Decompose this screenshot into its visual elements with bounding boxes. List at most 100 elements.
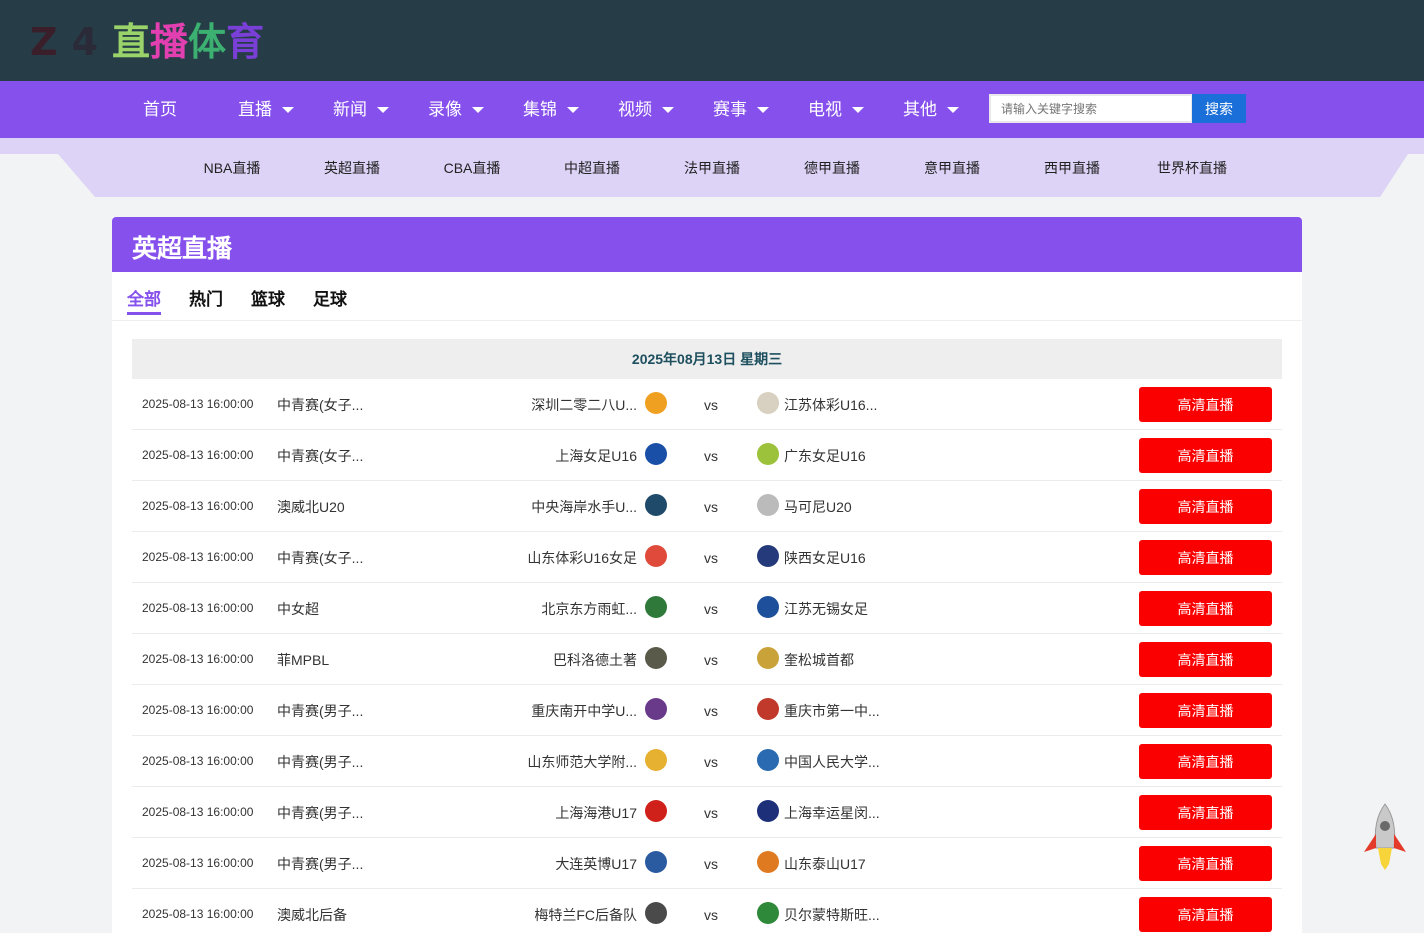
match-time: 2025-08-13 16:00:00 — [142, 397, 254, 411]
nav-item-label: 集锦 — [523, 99, 557, 119]
vs-label: vs — [704, 397, 718, 413]
home-team-name: 上海海港U17 — [555, 805, 637, 821]
tab-1[interactable]: 热门 — [189, 285, 223, 310]
nav-item-8[interactable]: 其他 — [903, 81, 959, 138]
match-time: 2025-08-13 16:00:00 — [142, 703, 254, 717]
nav-item-label: 直播 — [238, 99, 272, 119]
nav-item-5[interactable]: 视频 — [618, 81, 674, 138]
vs-label: vs — [704, 805, 718, 821]
caret-down-icon — [282, 106, 294, 113]
nav-item-7[interactable]: 电视 — [808, 81, 864, 138]
back-to-top-rocket-icon[interactable] — [1360, 802, 1410, 872]
away-team-logo-icon — [757, 596, 779, 618]
main-nav: 搜索 首页 直播 新闻 录像 集锦 视频 赛事 电视 其他 — [0, 81, 1424, 138]
logo-char: 直 — [112, 20, 151, 64]
subnav-link[interactable]: 中超直播 — [564, 158, 620, 178]
home-team-logo-icon — [645, 698, 667, 720]
home-team-logo-icon — [645, 494, 667, 516]
away-team-logo-icon — [757, 800, 779, 822]
home-team-name: 大连英博U17 — [555, 856, 637, 872]
hd-live-button[interactable]: 高清直播 — [1139, 591, 1272, 626]
nav-item-6[interactable]: 赛事 — [713, 81, 769, 138]
match-row: 2025-08-13 16:00:00 澳威北后备 梅特兰FC后备队 vs 贝尔蒙特斯旺… — [132, 889, 1282, 933]
subnav-link[interactable]: 西甲直播 — [1044, 158, 1100, 178]
hd-live-button[interactable]: 高清直播 — [1139, 387, 1272, 422]
match-league: 中青赛(男子... — [277, 703, 364, 719]
vs-label: vs — [704, 907, 718, 923]
vs-label: vs — [704, 499, 718, 515]
logo-char: Z — [30, 20, 58, 64]
nav-item-label: 视频 — [618, 99, 652, 119]
subnav-link[interactable]: 法甲直播 — [684, 158, 740, 178]
caret-down-icon — [472, 106, 484, 113]
match-time: 2025-08-13 16:00:00 — [142, 499, 254, 513]
hd-live-button[interactable]: 高清直播 — [1139, 438, 1272, 473]
away-team-logo-icon — [757, 647, 779, 669]
hd-live-button[interactable]: 高清直播 — [1139, 795, 1272, 830]
match-league: 中青赛(女子... — [277, 448, 364, 464]
top-header: Z4直播体育 — [0, 0, 1424, 81]
hd-live-button[interactable]: 高清直播 — [1139, 489, 1272, 524]
subnav-link[interactable]: 德甲直播 — [804, 158, 860, 178]
vs-label: vs — [704, 856, 718, 872]
hd-live-button[interactable]: 高清直播 — [1139, 846, 1272, 881]
home-team-name: 中央海岸水手U... — [531, 499, 637, 515]
match-row: 2025-08-13 16:00:00 中青赛(男子... 大连英博U17 vs 山东泰… — [132, 838, 1282, 889]
vs-label: vs — [704, 652, 718, 668]
away-team-logo-icon — [757, 851, 779, 873]
hd-live-button[interactable]: 高清直播 — [1139, 897, 1272, 932]
away-team-name: 重庆市第一中... — [784, 703, 880, 719]
away-team-logo-icon — [757, 698, 779, 720]
away-team-logo-icon — [757, 902, 779, 924]
tab-0[interactable]: 全部 — [127, 285, 161, 315]
match-row: 2025-08-13 16:00:00 中青赛(女子... 山东体彩U16女足 vs 陕… — [132, 532, 1282, 583]
nav-item-4[interactable]: 集锦 — [523, 81, 579, 138]
away-team-name: 江苏体彩U16... — [784, 397, 878, 413]
subnav-link[interactable]: CBA直播 — [444, 158, 501, 178]
hd-live-button[interactable]: 高清直播 — [1139, 744, 1272, 779]
hd-live-button[interactable]: 高清直播 — [1139, 540, 1272, 575]
home-team-logo-icon — [645, 902, 667, 924]
nav-item-label: 其他 — [903, 99, 937, 119]
nav-item-label: 新闻 — [333, 99, 367, 119]
match-league: 中青赛(男子... — [277, 805, 364, 821]
subnav-link[interactable]: 英超直播 — [324, 158, 380, 178]
vs-label: vs — [704, 601, 718, 617]
home-team-name: 上海女足U16 — [555, 448, 637, 464]
home-team-logo-icon — [645, 545, 667, 567]
vs-label: vs — [704, 754, 718, 770]
site-logo[interactable]: Z4直播体育 — [30, 18, 264, 66]
away-team-name: 奎松城首都 — [784, 652, 854, 668]
match-league: 澳威北后备 — [277, 907, 347, 923]
nav-item-label: 赛事 — [713, 99, 747, 119]
search-input[interactable] — [989, 94, 1193, 123]
nav-item-label: 电视 — [808, 99, 842, 119]
tab-2[interactable]: 篮球 — [251, 285, 285, 310]
nav-item-2[interactable]: 新闻 — [333, 81, 389, 138]
logo-char: 育 — [226, 20, 265, 64]
subnav-link[interactable]: 意甲直播 — [924, 158, 980, 178]
vs-label: vs — [704, 703, 718, 719]
match-row: 2025-08-13 16:00:00 中青赛(男子... 重庆南开中学U... vs… — [132, 685, 1282, 736]
tab-3[interactable]: 足球 — [313, 285, 347, 310]
search-button[interactable]: 搜索 — [1192, 94, 1246, 123]
away-team-logo-icon — [757, 545, 779, 567]
away-team-logo-icon — [757, 392, 779, 414]
match-time: 2025-08-13 16:00:00 — [142, 907, 254, 921]
home-team-name: 北京东方雨虹... — [541, 601, 637, 617]
match-time: 2025-08-13 16:00:00 — [142, 805, 254, 819]
match-time: 2025-08-13 16:00:00 — [142, 448, 254, 462]
home-team-logo-icon — [645, 800, 667, 822]
nav-item-1[interactable]: 直播 — [238, 81, 294, 138]
hd-live-button[interactable]: 高清直播 — [1139, 693, 1272, 728]
subnav-link[interactable]: NBA直播 — [204, 158, 261, 178]
nav-item-0[interactable]: 首页 — [143, 81, 177, 138]
nav-item-3[interactable]: 录像 — [428, 81, 484, 138]
nav-item-label: 录像 — [428, 99, 462, 119]
panel-title: 英超直播 — [132, 235, 233, 263]
away-team-logo-icon — [757, 749, 779, 771]
match-row: 2025-08-13 16:00:00 中青赛(男子... 上海海港U17 vs 上海幸… — [132, 787, 1282, 838]
logo-char: 体 — [188, 20, 227, 64]
hd-live-button[interactable]: 高清直播 — [1139, 642, 1272, 677]
subnav-link[interactable]: 世界杯直播 — [1157, 158, 1227, 178]
